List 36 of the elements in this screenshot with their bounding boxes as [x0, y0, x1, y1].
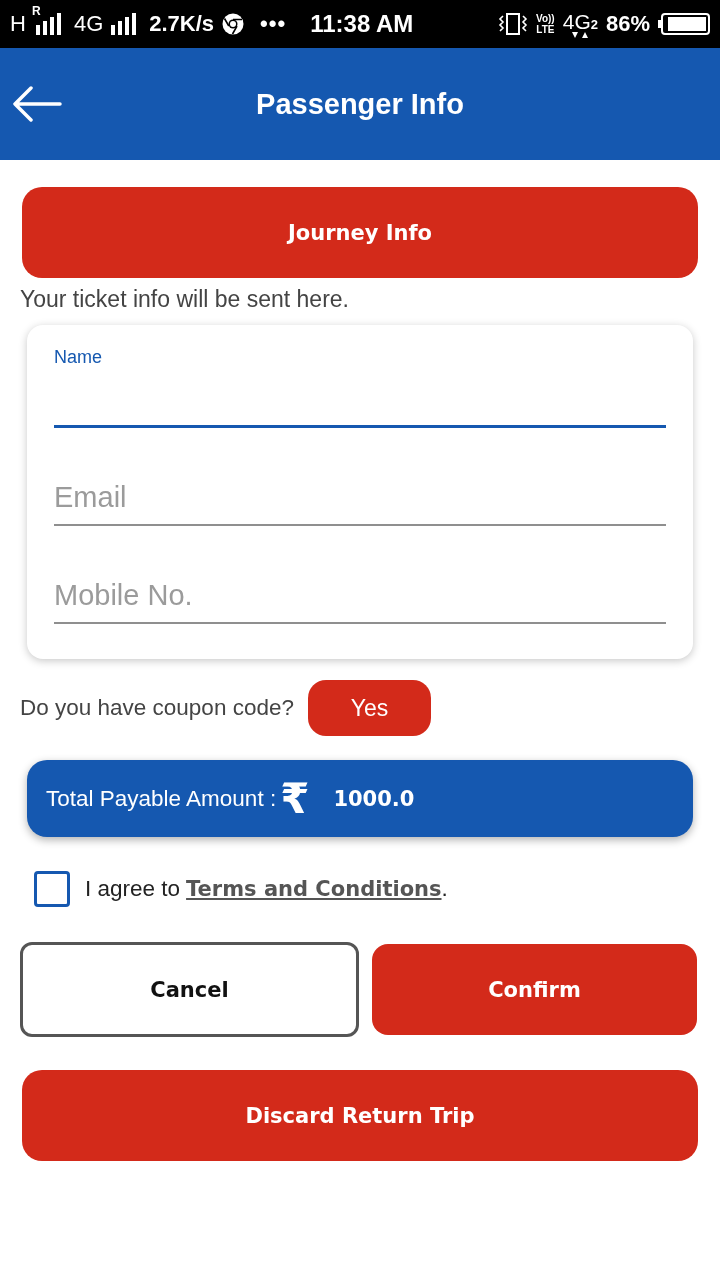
network-type: 4G — [562, 10, 591, 32]
lte-label: LTE — [536, 24, 555, 35]
vibrate-icon — [498, 12, 528, 36]
battery-percent: 86% — [605, 13, 650, 35]
signal-icon — [111, 13, 138, 35]
total-amount: 1000.0 — [333, 786, 415, 811]
total-label: Total Payable Amount : — [46, 785, 277, 812]
journey-info-button[interactable]: Journey Info — [22, 187, 698, 278]
currency-symbol: ₹ — [280, 777, 310, 820]
terms-link[interactable]: Terms and Conditions — [186, 877, 442, 901]
mobile-field[interactable]: Mobile No. — [54, 568, 666, 624]
terms-checkbox[interactable] — [34, 871, 70, 907]
data-arrows-icon — [572, 31, 589, 38]
email-field[interactable]: Email — [54, 470, 666, 526]
signal-icon — [35, 13, 62, 35]
status-time: 11:38 AM — [309, 10, 415, 38]
back-button[interactable] — [12, 86, 62, 122]
more-notifications: ••• — [260, 13, 287, 35]
discard-return-trip-button[interactable]: Discard Return Trip — [22, 1070, 698, 1161]
screen-title: Passenger Info — [256, 87, 464, 121]
cancel-button[interactable]: Cancel — [20, 942, 359, 1037]
volte-label: Vo)) — [536, 13, 555, 24]
network-type: H — [10, 13, 26, 35]
network-type: 4G — [73, 13, 104, 35]
ticket-info-note: Your ticket info will be sent here. — [20, 285, 350, 313]
browser-icon — [222, 13, 245, 35]
back-arrow-icon — [12, 86, 62, 122]
coupon-yes-button[interactable]: Yes — [307, 680, 431, 736]
coupon-question: Do you have coupon code? — [20, 695, 294, 721]
network-speed: 2.7K/s — [149, 13, 215, 35]
roaming-indicator: R — [31, 5, 41, 17]
name-field[interactable]: Name — [54, 347, 666, 428]
battery-icon — [658, 13, 710, 35]
sim-number: 2 — [590, 17, 598, 31]
confirm-button[interactable]: Confirm — [372, 944, 697, 1035]
terms-agreement-text: I agree to Terms and Conditions. — [85, 876, 448, 902]
